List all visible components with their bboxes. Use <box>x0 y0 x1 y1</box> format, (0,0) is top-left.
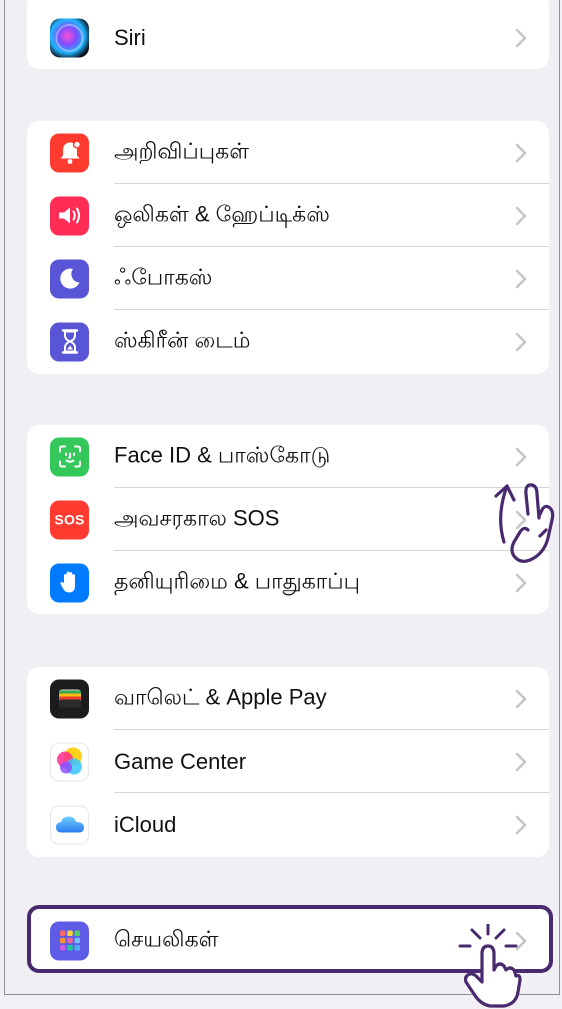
chevron-right-icon <box>515 447 527 466</box>
settings-row-label: ஃபோகஸ் <box>114 264 213 289</box>
settings-group-security: Face ID & பாஸ்கோடு SOS அவசரகால SOS தனியு… <box>27 425 549 614</box>
icloud-icon <box>50 805 89 844</box>
settings-row-label: தனியுரிமை & பாதுகாப்பு <box>114 568 361 593</box>
settings-group-services: வாலெட் & Apple Pay Game Center iCloud <box>27 667 549 857</box>
settings-row-icloud[interactable]: iCloud <box>27 793 549 856</box>
chevron-right-icon <box>515 815 527 834</box>
settings-row-privacy[interactable]: தனியுரிமை & பாதுகாப்பு <box>27 551 549 614</box>
settings-row-focus[interactable]: ஃபோகஸ் <box>27 247 549 310</box>
apps-grid-icon <box>50 921 89 960</box>
settings-row-label: அவசரகால SOS <box>114 505 280 530</box>
settings-row-wallet[interactable]: வாலெட் & Apple Pay <box>27 667 549 730</box>
settings-row-label: செயலிகள் <box>114 926 219 951</box>
hourglass-icon <box>50 322 89 361</box>
settings-row-label: Siri <box>114 24 146 50</box>
settings-row-sounds[interactable]: ஒலிகள் & ஹேப்டிக்ஸ் <box>27 184 549 247</box>
focus-moon-icon <box>50 259 89 298</box>
sos-icon: SOS <box>50 500 89 539</box>
game-center-icon <box>50 742 89 781</box>
settings-row-label: iCloud <box>114 811 177 837</box>
chevron-right-icon <box>515 573 527 592</box>
notifications-icon <box>50 133 89 172</box>
chevron-right-icon <box>515 332 527 351</box>
siri-icon <box>50 18 89 57</box>
settings-row-label: Game Center <box>114 748 247 774</box>
settings-row-face-id[interactable]: Face ID & பாஸ்கோடு <box>27 425 549 488</box>
settings-group-notifications: அறிவிப்புகள் ஒலிகள் & ஹேப்டிக்ஸ் ஃபோகஸ் … <box>27 121 549 374</box>
settings-row-notifications[interactable]: அறிவிப்புகள் <box>27 121 549 184</box>
settings-row-label: Face ID & பாஸ்கோடு <box>114 442 331 467</box>
settings-row-label: ஒலிகள் & ஹேப்டிக்ஸ் <box>114 201 330 226</box>
face-id-icon <box>50 437 89 476</box>
settings-row-screen-time[interactable]: ஸ்கிரீன் டைம் <box>27 310 549 373</box>
settings-row-label: ஸ்கிரீன் டைம் <box>114 327 251 352</box>
settings-row-label: வாலெட் & Apple Pay <box>114 684 327 709</box>
sounds-icon <box>50 196 89 235</box>
settings-row-game-center[interactable]: Game Center <box>27 730 549 793</box>
chevron-right-icon <box>515 752 527 771</box>
settings-screen: Siri அறிவிப்புகள் ஒலிகள் & ஹேப்டிக்ஸ் ஃப… <box>4 0 560 995</box>
wallet-icon <box>50 679 89 718</box>
chevron-right-icon <box>515 143 527 162</box>
sos-icon-text: SOS <box>54 511 85 528</box>
tap-gesture-icon <box>458 924 522 1008</box>
settings-row-emergency-sos[interactable]: SOS அவசரகால SOS <box>27 488 549 551</box>
chevron-right-icon <box>515 269 527 288</box>
settings-group-siri: Siri <box>27 0 549 69</box>
settings-row-siri[interactable]: Siri <box>27 6 549 69</box>
chevron-right-icon <box>515 28 527 47</box>
chevron-right-icon <box>515 206 527 225</box>
chevron-right-icon <box>515 689 527 708</box>
swipe-up-gesture-icon <box>494 483 555 563</box>
settings-row-label: அறிவிப்புகள் <box>114 138 250 163</box>
privacy-hand-icon <box>50 563 89 602</box>
